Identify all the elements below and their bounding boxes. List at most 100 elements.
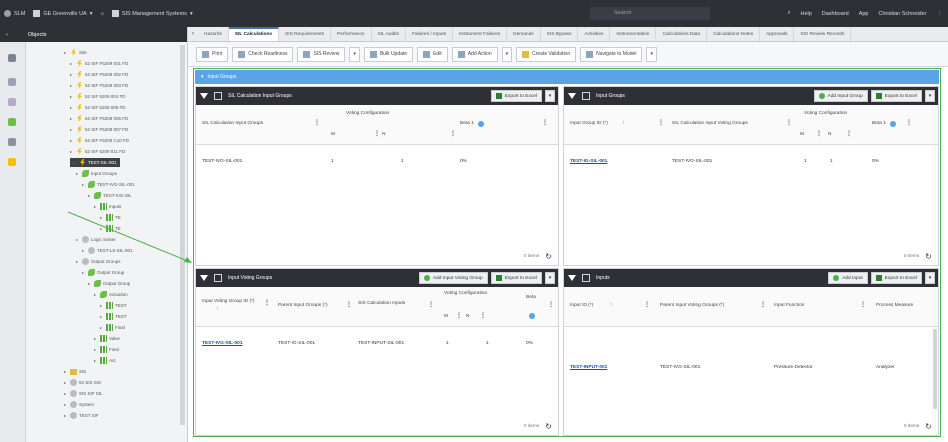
expand-icon[interactable]: ▸ [64, 391, 68, 396]
expand-icon[interactable]: ▸ [64, 369, 68, 374]
tb-item-3[interactable]: SIS Management Systems ▾ [111, 10, 193, 17]
expand-icon[interactable]: ▸ [100, 226, 104, 231]
check-readiness-button[interactable]: Check Readiness [232, 46, 294, 62]
expand-icon[interactable]: ▸ [70, 138, 74, 143]
chevron-right-icon[interactable]: › [6, 32, 8, 38]
tb-item-1[interactable]: SLM [4, 10, 25, 17]
expand-icon[interactable]: ▸ [76, 237, 80, 242]
expand-icon[interactable]: ▸ [70, 61, 74, 66]
tree-item[interactable]: ▸ TEST SIF [64, 411, 99, 420]
expand-icon[interactable]: ▸ [64, 380, 68, 385]
user-button[interactable]: Christian Schneider [879, 11, 927, 17]
star-icon[interactable] [8, 158, 16, 166]
expand-icon[interactable]: ▸ [70, 127, 74, 132]
expand-icon[interactable]: ▸ [100, 325, 104, 330]
expand-icon[interactable]: ▸ [94, 336, 98, 341]
tree-item[interactable]: ▸ 52 SIF F5209 007 FD [70, 125, 128, 134]
expand-icon[interactable]: ▸ [82, 182, 86, 187]
expand-icon[interactable]: ▸ [64, 413, 68, 418]
tab-item[interactable]: Calculations Notes [707, 27, 761, 41]
tree-item[interactable]: ▸ TEST [100, 301, 127, 310]
tree-item[interactable]: ▸ 52 SIF F5209 006 FD [70, 114, 128, 123]
add-action-button[interactable]: Add Action [451, 46, 498, 62]
expand-icon[interactable]: ▸ [76, 171, 80, 176]
tree-item[interactable]: ▸ Output Groups [76, 257, 121, 266]
expand-icon[interactable]: ▸ [70, 116, 74, 121]
tree-item[interactable]: ▸ 52 SIF F5209 C10 FD [70, 136, 129, 145]
tab-item[interactable]: Hazards [198, 27, 229, 41]
tab-item[interactable]: SIL Audits [372, 27, 406, 41]
tab-item[interactable]: Demands [507, 27, 541, 41]
search-input[interactable]: Search [590, 7, 710, 20]
tab-item[interactable]: SIL Calculations [228, 27, 280, 41]
tree-item[interactable]: ▸ Logic Solver [76, 235, 116, 244]
tree-item[interactable]: ▸ TEST-SIL-001 [70, 158, 120, 167]
expand-icon[interactable]: ▸ [100, 314, 104, 319]
tree-scrollbar[interactable] [180, 45, 185, 425]
tab-item[interactable]: SIS Bypass [541, 27, 579, 41]
tree-item[interactable]: ▸ Output Group [82, 268, 124, 277]
expand-icon[interactable]: ▸ [70, 83, 74, 88]
search-icon[interactable]: ⌕ [787, 10, 790, 17]
tree-item[interactable]: ▸ TEST-LS-SIL-001 [82, 246, 133, 255]
expand-icon[interactable]: ▸ [88, 193, 92, 198]
tab-item[interactable]: Failures / Inputs [406, 27, 454, 41]
tab-item[interactable]: Instrument Failures [453, 27, 508, 41]
tree-item[interactable]: ▸ Final [94, 345, 119, 354]
tree-item[interactable]: ▸ Actuation [94, 290, 128, 299]
tree-item[interactable]: ▸ Inputs [94, 202, 121, 211]
kebab-icon[interactable]: ⋮ [937, 11, 943, 17]
tab-item[interactable]: Calculations Data [656, 27, 708, 41]
navigate-dropdown[interactable]: ▾ [646, 46, 657, 62]
tree-item[interactable]: ▸ Input Groups [76, 169, 117, 178]
tab-prev-button[interactable]: ‹ [188, 31, 198, 37]
tree-item[interactable]: ▸ Act [94, 356, 116, 365]
expand-icon[interactable]: ▸ [82, 270, 86, 275]
expand-icon[interactable]: ▸ [73, 160, 77, 165]
tree-icon[interactable] [8, 54, 16, 62]
tab-item[interactable]: SIS Review Records [794, 27, 852, 41]
tab-item[interactable]: Approvals [760, 27, 795, 41]
leaf-icon[interactable] [8, 118, 16, 126]
expand-icon[interactable]: ▸ [70, 72, 74, 77]
help-button[interactable]: Help [800, 11, 811, 17]
create-validation-button[interactable]: Create Validation [516, 46, 577, 62]
tree-item[interactable]: ▸ 52 SIF F5209 002 FD [70, 70, 128, 79]
action-dropdown[interactable]: ▾ [501, 46, 513, 62]
tab-item[interactable]: Instrumentation [610, 27, 657, 41]
expand-icon[interactable]: ▸ [70, 149, 74, 154]
tree-item[interactable]: ▸ Final [100, 323, 125, 332]
review-dropdown[interactable]: ▾ [349, 46, 360, 62]
tree-item[interactable]: ▸ 52 SIS SIS [64, 378, 101, 387]
print-button[interactable]: Print [196, 46, 229, 62]
expand-icon[interactable]: ▸ [64, 50, 68, 55]
search-icon[interactable] [8, 78, 16, 86]
expand-icon[interactable]: ▸ [94, 204, 98, 209]
tree-item[interactable]: ▸ TE [100, 224, 121, 233]
list-icon[interactable] [8, 138, 16, 146]
tree-item[interactable]: ▸ 52 SIF 5209 005 FD [70, 103, 126, 112]
tree-item[interactable]: ▸ TEST-IVG-SIL [88, 191, 132, 200]
tab-item[interactable]: SIS Requirements [279, 27, 332, 41]
expand-icon[interactable]: ▸ [94, 358, 98, 363]
expand-icon[interactable]: ▸ [88, 281, 92, 286]
tree-item[interactable]: ▸ SIS [64, 367, 86, 376]
tree-item[interactable]: ▸ SIS SIF SIL [64, 389, 103, 398]
tree-item[interactable]: ▸ Site [64, 48, 87, 57]
sis-review-button[interactable]: SIS Review [297, 46, 346, 62]
tree-item[interactable]: ▸ Output Group [88, 279, 130, 288]
doc-icon[interactable] [8, 98, 16, 106]
app-button[interactable]: App [859, 11, 869, 17]
tb-item-2[interactable]: GE Greenville UA ▾ [33, 10, 92, 17]
tree-item[interactable]: ▸ TEST-IVG-SIL-001 [82, 180, 135, 189]
tree-item[interactable]: ▸ 52 SIF 5209 004 FD [70, 92, 126, 101]
tab-item[interactable]: Activities [578, 27, 611, 41]
expand-icon[interactable]: ▸ [100, 303, 104, 308]
tree-item[interactable]: ▸ 52 SIF 5209 011 FD [70, 147, 125, 156]
expand-icon[interactable]: ▸ [64, 402, 68, 407]
bulk-update-button[interactable]: Bulk Update [363, 46, 414, 62]
expand-icon[interactable]: ▸ [94, 292, 98, 297]
home-button[interactable]: ⌂ [100, 11, 103, 17]
tree-item[interactable]: ▸ Valve [94, 334, 120, 343]
tree-item[interactable]: ▸ TEST [100, 312, 127, 321]
